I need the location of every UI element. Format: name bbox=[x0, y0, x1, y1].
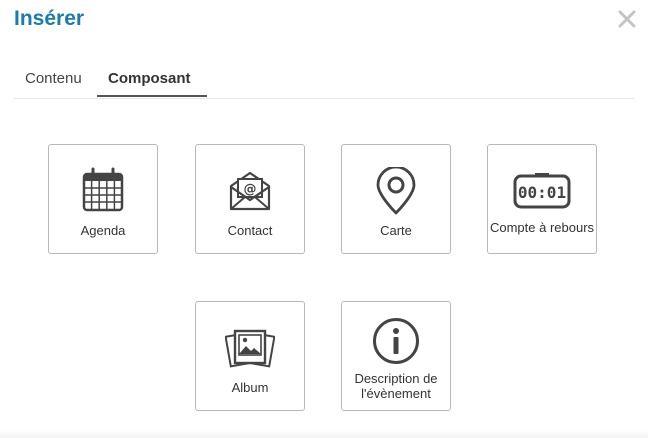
component-label: Agenda bbox=[80, 223, 126, 238]
component-contact[interactable]: @ Contact bbox=[195, 144, 305, 254]
calendar-icon bbox=[82, 167, 124, 218]
tab-contenu[interactable]: Contenu bbox=[25, 70, 82, 87]
component-label: Album bbox=[231, 380, 269, 395]
component-label: Description de l'évènement bbox=[342, 371, 450, 401]
component-label-line1: Description de bbox=[354, 371, 438, 386]
svg-text:@: @ bbox=[244, 182, 257, 197]
component-carte[interactable]: Carte bbox=[341, 144, 451, 254]
photo-album-icon bbox=[224, 326, 276, 375]
active-tab-indicator bbox=[97, 95, 207, 97]
component-label: Contact bbox=[227, 223, 273, 238]
insert-dialog: Insérer Contenu Composant Agenda @ Conta… bbox=[0, 0, 648, 438]
info-icon bbox=[372, 317, 420, 370]
map-pin-icon bbox=[375, 165, 417, 220]
countdown-digits: 00:01 bbox=[518, 183, 566, 202]
component-album[interactable]: Album bbox=[195, 301, 305, 411]
dialog-title: Insérer bbox=[14, 7, 85, 30]
bottom-divider bbox=[0, 430, 648, 438]
email-icon: @ bbox=[229, 170, 271, 217]
component-agenda[interactable]: Agenda bbox=[48, 144, 158, 254]
component-description-evenement[interactable]: Description de l'évènement bbox=[341, 301, 451, 411]
component-label-line2: l'évènement bbox=[361, 386, 431, 401]
component-compte-a-rebours[interactable]: 00:01 Compte à rebours bbox=[487, 144, 597, 254]
component-label: Compte à rebours bbox=[489, 220, 595, 235]
countdown-icon: 00:01 bbox=[513, 172, 571, 214]
component-label: Carte bbox=[380, 223, 412, 238]
close-icon[interactable] bbox=[617, 9, 637, 29]
tab-bar: Contenu Composant bbox=[14, 62, 634, 99]
tab-composant[interactable]: Composant bbox=[108, 70, 191, 87]
